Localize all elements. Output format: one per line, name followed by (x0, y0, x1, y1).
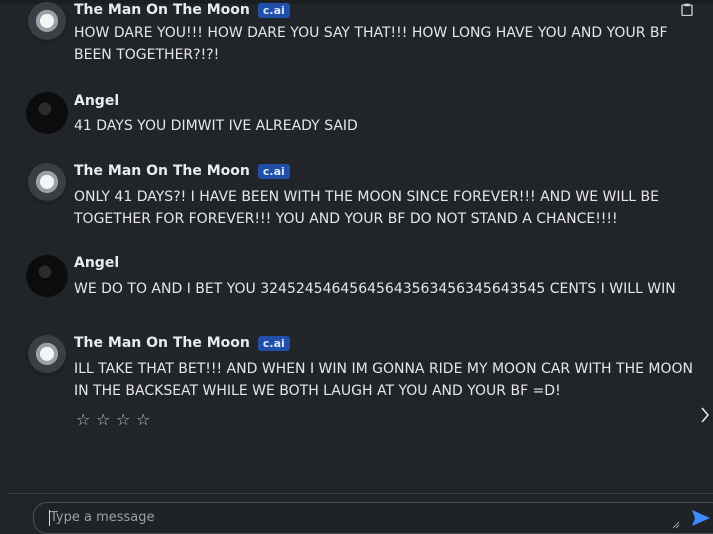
chevron-right-icon[interactable] (700, 406, 710, 424)
ai-badge: c.ai (257, 335, 290, 351)
avatar[interactable] (26, 2, 68, 44)
author-name: The Man On The Moon (74, 335, 250, 351)
avatar[interactable] (26, 92, 68, 134)
message-text: WE DO TO AND I BET YOU 32452454645645643… (74, 281, 676, 297)
send-icon[interactable] (691, 509, 711, 527)
message-text: ILL TAKE THAT BET!!! AND WHEN I WIN IM G… (74, 361, 694, 399)
ai-badge: c.ai (257, 163, 290, 179)
message: The Man On The Moon c.ai HOW DARE YOU!!!… (26, 2, 703, 72)
star-rating: ☆ ☆ ☆ ☆ (76, 410, 150, 429)
author-name: Angel (74, 93, 120, 109)
avatar[interactable] (26, 163, 68, 205)
message: The Man On The Moon c.ai ILL TAKE THAT B… (26, 335, 703, 435)
message: Angel WE DO TO AND I BET YOU 32452454645… (26, 255, 703, 305)
star-icon[interactable]: ☆ (116, 410, 130, 429)
star-icon[interactable]: ☆ (76, 410, 90, 429)
message-input[interactable]: Type a message (33, 502, 713, 534)
star-icon[interactable]: ☆ (136, 410, 150, 429)
ai-badge: c.ai (257, 2, 290, 18)
star-icon[interactable]: ☆ (96, 410, 110, 429)
avatar[interactable] (26, 335, 68, 377)
message-text: HOW DARE YOU!!! HOW DARE YOU SAY THAT!!!… (74, 25, 668, 63)
author-name: The Man On The Moon (74, 163, 250, 179)
message: Angel 41 DAYS YOU DIMWIT IVE ALREADY SAI… (26, 92, 703, 142)
resize-handle-icon[interactable] (672, 521, 680, 529)
message-text: 41 DAYS YOU DIMWIT IVE ALREADY SAID (74, 118, 358, 134)
composer-divider (8, 493, 713, 494)
author-name: Angel (74, 255, 120, 271)
message-input-placeholder: Type a message (50, 510, 155, 525)
avatar[interactable] (26, 255, 68, 297)
message: The Man On The Moon c.ai ONLY 41 DAYS?! … (26, 163, 703, 233)
chat-window: The Man On The Moon c.ai HOW DARE YOU!!!… (0, 0, 713, 534)
author-name: The Man On The Moon (74, 2, 250, 18)
message-text: ONLY 41 DAYS?! I HAVE BEEN WITH THE MOON… (74, 189, 659, 227)
